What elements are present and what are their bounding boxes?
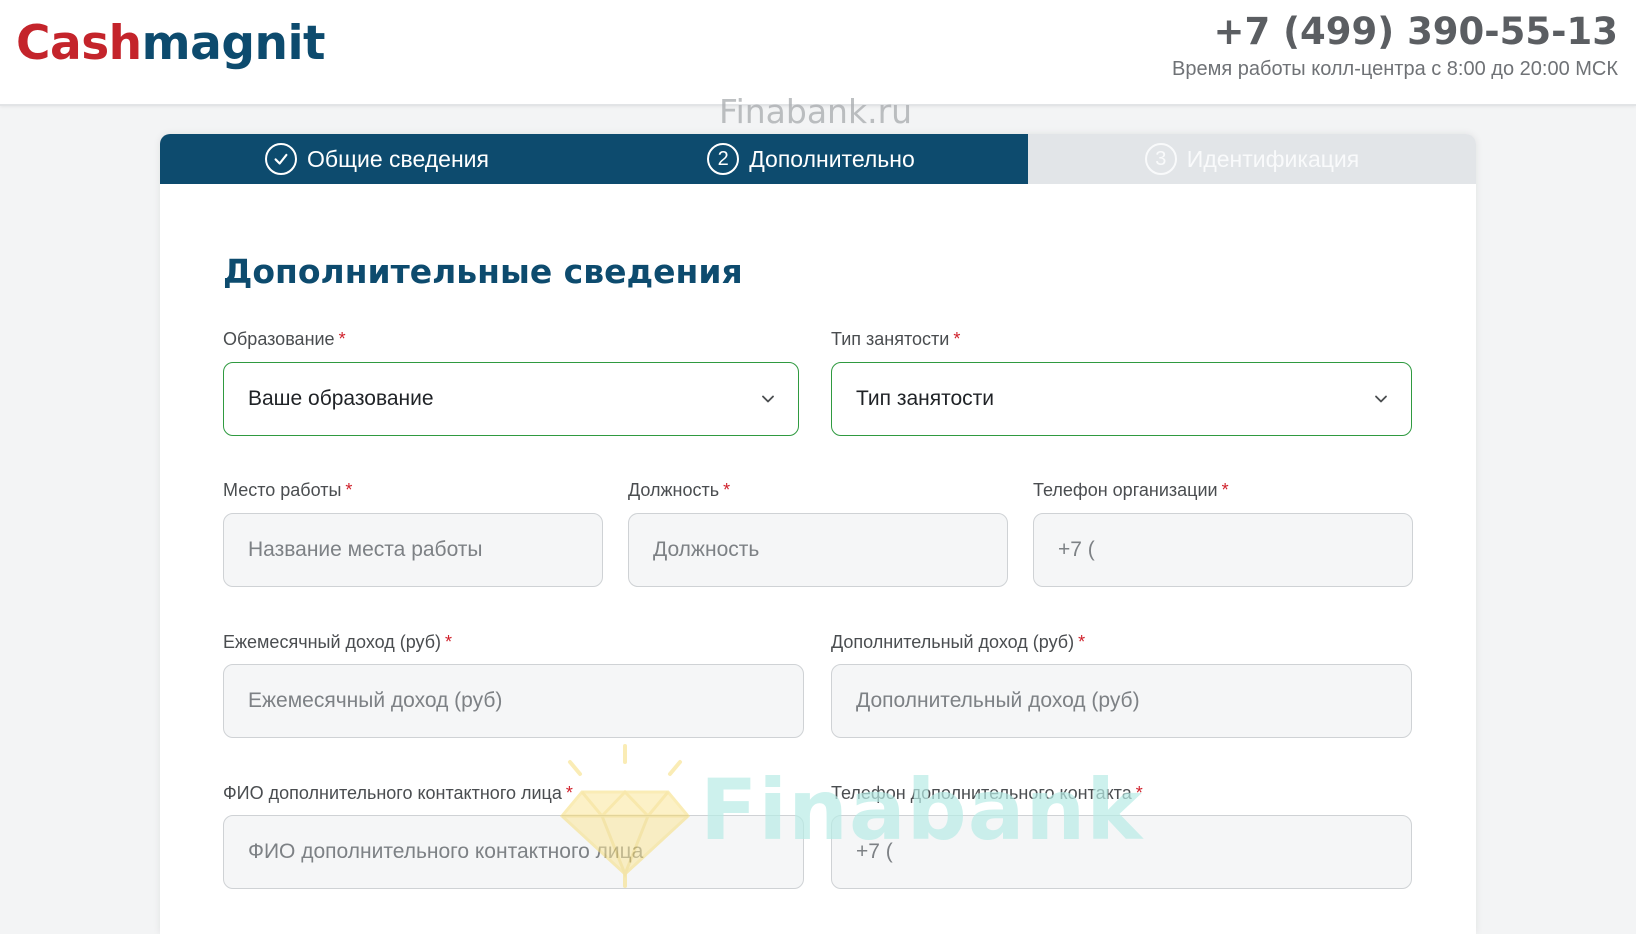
required-mark: * [1135, 783, 1143, 803]
employment-label-text: Тип занятости [831, 329, 950, 349]
step-additional[interactable]: 2 Дополнительно [594, 134, 1028, 184]
additional-income-placeholder: Дополнительный доход (руб) [856, 689, 1140, 712]
position-label: Должность * [628, 479, 730, 501]
employment-type-select[interactable]: Тип занятости [831, 362, 1412, 436]
step-general-info[interactable]: Общие сведения [160, 134, 594, 184]
required-mark: * [1078, 632, 1086, 652]
step-number-icon: 3 [1144, 143, 1177, 175]
employment-selected-value: Тип занятости [856, 387, 995, 410]
monthly-income-label: Ежемесячный доход (руб) * [223, 631, 452, 653]
step-identification: 3 Идентификация [1028, 134, 1476, 184]
site-header: Cashmagnit +7 (499) 390-55-13 Время рабо… [0, 0, 1636, 106]
progress-stepper: Общие сведения 2 Дополнительно 3 Идентиф… [160, 134, 1476, 184]
step-label: Идентификация [1186, 145, 1360, 172]
required-mark: * [445, 632, 453, 652]
employment-label: Тип занятости * [831, 328, 960, 350]
contact-name-label-text: ФИО дополнительного контактного лица [223, 783, 562, 803]
cashmagnit-logo[interactable]: Cashmagnit [16, 14, 326, 74]
workplace-label: Место работы * [223, 479, 352, 501]
org-phone-input[interactable]: +7 ( [1033, 513, 1413, 587]
contact-phone-label: Телефон дополнительного контакта * [831, 782, 1143, 804]
additional-income-input[interactable]: Дополнительный доход (руб) [831, 664, 1412, 738]
contact-phone-placeholder: +7 ( [856, 840, 893, 863]
position-input[interactable]: Должность [628, 513, 1008, 587]
education-selected-value: Ваше образование [248, 387, 434, 410]
org-phone-label: Телефон организации * [1033, 479, 1229, 501]
callcenter-phone[interactable]: +7 (499) 390-55-13 [1214, 8, 1619, 56]
contact-phone-input[interactable]: +7 ( [831, 815, 1412, 889]
education-label: Образование * [223, 328, 346, 350]
workplace-label-text: Место работы [223, 480, 342, 500]
education-select[interactable]: Ваше образование [223, 362, 799, 436]
position-placeholder: Должность [653, 538, 760, 561]
monthly-income-label-text: Ежемесячный доход (руб) [223, 632, 442, 652]
org-phone-label-text: Телефон организации [1033, 480, 1218, 500]
monthly-income-input[interactable]: Ежемесячный доход (руб) [223, 664, 804, 738]
contact-name-label: ФИО дополнительного контактного лица * [223, 782, 573, 804]
additional-income-label-text: Дополнительный доход (руб) [831, 632, 1075, 652]
contact-name-input[interactable]: ФИО дополнительного контактного лица [223, 815, 804, 889]
monthly-income-placeholder: Ежемесячный доход (руб) [248, 689, 503, 712]
step-label: Дополнительно [749, 145, 915, 172]
workplace-input[interactable]: Название места работы [223, 513, 603, 587]
chevron-down-icon [1375, 395, 1387, 403]
additional-income-label: Дополнительный доход (руб) * [831, 631, 1085, 653]
logo-cash: Cash [16, 16, 142, 71]
callcenter-hours: Время работы колл-центра с 8:00 до 20:00… [1172, 58, 1618, 80]
required-mark: * [338, 329, 346, 349]
required-mark: * [1221, 480, 1229, 500]
check-circle-icon [265, 143, 297, 175]
step-label: Общие сведения [307, 145, 489, 172]
position-label-text: Должность [628, 480, 720, 500]
watermark-text-top: Finabank.ru [719, 92, 913, 131]
education-label-text: Образование [223, 329, 335, 349]
logo-magnit: magnit [141, 16, 326, 71]
required-mark: * [565, 783, 573, 803]
workplace-placeholder: Название места работы [248, 538, 483, 561]
application-form-card: Общие сведения 2 Дополнительно 3 Идентиф… [160, 134, 1476, 934]
chevron-down-icon [762, 395, 774, 403]
form-title: Дополнительные сведения [223, 252, 743, 291]
contact-name-placeholder: ФИО дополнительного контактного лица [248, 840, 644, 863]
required-mark: * [953, 329, 961, 349]
contact-phone-label-text: Телефон дополнительного контакта [831, 783, 1132, 803]
org-phone-placeholder: +7 ( [1058, 538, 1095, 561]
required-mark: * [723, 480, 731, 500]
required-mark: * [345, 480, 353, 500]
step-number-icon: 2 [707, 143, 740, 175]
